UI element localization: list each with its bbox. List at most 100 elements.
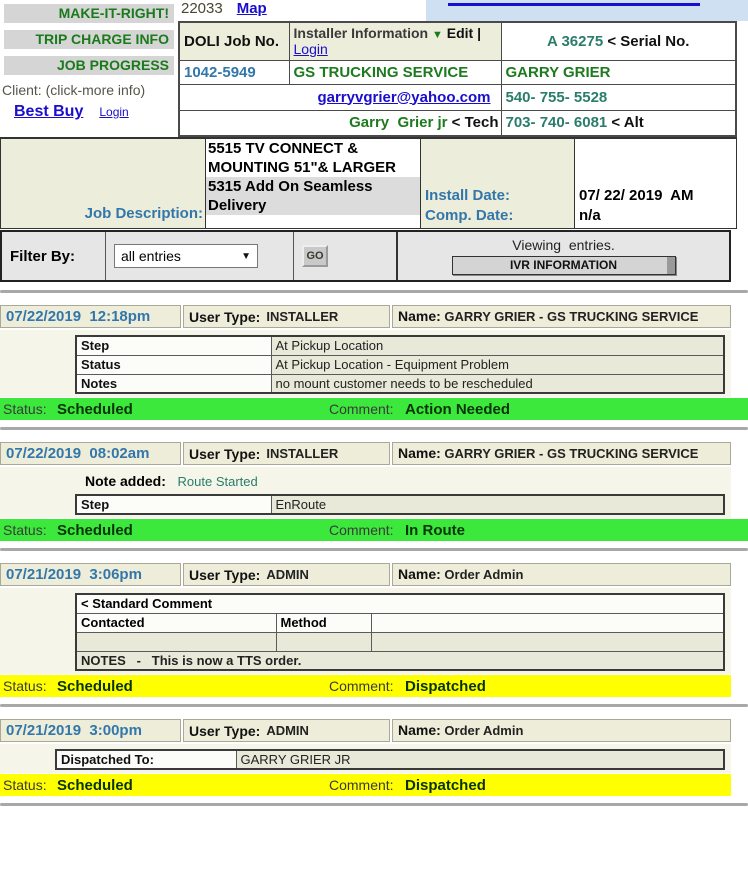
status-label: Status: — [3, 678, 57, 694]
email-cell: garryvgrier@yahoo.com — [179, 84, 501, 110]
job-description-item: 5315 Add On Seamless Delivery — [206, 177, 420, 215]
empty-cell — [371, 632, 724, 651]
status-label: Status: — [3, 777, 57, 793]
entry-header: 07/22/2019 12:18pm User Type: INSTALLER … — [0, 305, 731, 328]
primary-phone: 540- 755- 5528 — [501, 84, 736, 110]
doli-job-number: 1042-5949 — [179, 60, 289, 84]
detail-row-label: Step — [76, 336, 271, 355]
entry-timestamp: 07/21/2019 3:06pm — [0, 563, 181, 586]
comment-label: Comment: — [329, 678, 405, 694]
go-button[interactable]: GO — [302, 245, 328, 267]
top-area: MAKE-IT-RIGHT! TRIP CHARGE INFO JOB PROG… — [0, 0, 748, 137]
installer-info-label: Installer Information — [294, 25, 429, 41]
status-bar: Status: Scheduled Comment: Action Needed — [0, 398, 748, 420]
entry-timestamp: 07/22/2019 12:18pm — [0, 305, 181, 328]
method-header: Method — [276, 613, 371, 632]
user-type-label: User Type: — [189, 723, 260, 739]
serial-number: A 36275 — [547, 33, 603, 50]
doli-job-no-header: DOLI Job No. — [179, 22, 289, 60]
entry-timestamp: 07/21/2019 3:00pm — [0, 719, 181, 742]
status-value: Scheduled — [57, 678, 329, 695]
user-type-label: User Type: — [189, 567, 260, 583]
tech-cell: Garry Grier jr < Tech — [179, 110, 501, 136]
detail-row-value: GARRY GRIER JR — [236, 750, 724, 769]
installer-edit-link[interactable]: Edit | — [447, 25, 481, 41]
trip-charge-info-button[interactable]: TRIP CHARGE INFO — [4, 30, 174, 49]
map-link[interactable]: Map — [237, 0, 267, 18]
name-label: Name: — [398, 308, 441, 324]
comment-label: Comment: — [329, 522, 405, 538]
entry-detail-table: Step At Pickup Location Status At Pickup… — [75, 335, 725, 394]
detail-row-label: Step — [76, 495, 271, 514]
client-label: Client: (click-more info) — [2, 82, 178, 99]
contacted-header: Contacted — [76, 613, 276, 632]
note-added-value: Route Started — [178, 474, 258, 489]
comment-value: Dispatched — [405, 678, 486, 695]
entry-header: 07/22/2019 08:02am User Type: INSTALLER … — [0, 442, 731, 465]
entry-header: 07/21/2019 3:06pm User Type: ADMIN Name:… — [0, 563, 731, 586]
status-label: Status: — [3, 522, 57, 538]
install-date-label: Install Date: — [425, 186, 574, 206]
status-value: Scheduled — [57, 522, 329, 539]
entry-header: 07/21/2019 3:00pm User Type: ADMIN Name:… — [0, 719, 731, 742]
job-progress-page: MAKE-IT-RIGHT! TRIP CHARGE INFO JOB PROG… — [0, 0, 748, 806]
serial-cell: A 36275 < Serial No. — [501, 22, 736, 60]
user-type-value: ADMIN — [266, 723, 309, 738]
status-label: Status: — [3, 401, 57, 417]
entry-body: Dispatched To: GARRY GRIER JR — [0, 744, 731, 773]
filter-selected-value: all entries — [121, 248, 241, 264]
entries-filter-select[interactable]: all entries ▼ — [114, 244, 258, 268]
user-type-label: User Type: — [189, 446, 260, 462]
separator — [0, 803, 748, 806]
serial-label: < Serial No. — [607, 33, 689, 50]
job-description-item: 5515 TV CONNECT & MOUNTING 51"& LARGER — [206, 139, 420, 177]
job-description-label: Job Description: — [85, 205, 203, 222]
separator — [0, 290, 748, 293]
clipped-top-region — [426, 0, 748, 21]
comp-date-label: Comp. Date: — [425, 206, 574, 226]
empty-cell — [76, 632, 276, 651]
comment-value: Dispatched — [405, 777, 486, 794]
user-type-label: User Type: — [189, 309, 260, 325]
select-arrow-icon: ▼ — [241, 251, 251, 262]
client-login-link[interactable]: Login — [99, 105, 128, 119]
installer-info-header: Installer Information ▼ Edit | Login — [289, 22, 501, 60]
entry-detail-table: Step EnRoute — [75, 494, 725, 515]
make-it-right-button[interactable]: MAKE-IT-RIGHT! — [4, 4, 174, 23]
tech-label: < Tech — [448, 114, 499, 131]
installer-info-table: DOLI Job No. Installer Information ▼ Edi… — [178, 21, 737, 137]
viewing-entries-text: Viewing entries. — [512, 237, 614, 253]
entry-body: Note added: Route Started Step EnRoute — [0, 467, 731, 518]
standard-comment-header: < Standard Comment — [76, 594, 724, 613]
top-main-column: 22033 Map DOLI Job No. Installer Informa… — [178, 0, 748, 137]
comment-value: Action Needed — [405, 401, 510, 418]
client-bestbuy-link[interactable]: Best Buy — [14, 103, 83, 121]
user-type-value: ADMIN — [266, 567, 309, 582]
alt-phone-cell: 703- 740- 6081 < Alt — [501, 110, 736, 136]
alt-phone: 703- 740- 6081 — [506, 114, 608, 131]
email-link[interactable]: garryvgrier@yahoo.com — [317, 89, 490, 106]
detail-row-value: EnRoute — [271, 495, 724, 514]
left-sidebar: MAKE-IT-RIGHT! TRIP CHARGE INFO JOB PROG… — [0, 0, 178, 137]
log-entry: 07/21/2019 3:00pm User Type: ADMIN Name:… — [0, 719, 748, 796]
installer-login-link[interactable]: Login — [294, 41, 328, 57]
standard-comment-table: < Standard Comment Contacted Method NOTE… — [75, 593, 725, 671]
detail-row-label: Status — [76, 355, 271, 374]
log-entry: 07/22/2019 12:18pm User Type: INSTALLER … — [0, 305, 748, 420]
status-value: Scheduled — [57, 777, 329, 794]
status-bar: Status: Scheduled Comment: Dispatched — [0, 675, 731, 697]
filter-by-label: Filter By: — [2, 232, 106, 280]
name-label: Name: — [398, 445, 441, 461]
detail-row-value: At Pickup Location — [271, 336, 724, 355]
comment-label: Comment: — [329, 777, 405, 793]
alt-label: < Alt — [607, 114, 644, 131]
name-value: GARRY GRIER - GS TRUCKING SERVICE — [444, 309, 698, 324]
comp-date-value: n/a — [579, 206, 736, 226]
log-entry: 07/22/2019 08:02am User Type: INSTALLER … — [0, 442, 748, 541]
comment-value: In Route — [405, 522, 465, 539]
clipped-email-link[interactable] — [448, 3, 700, 6]
trucking-company: GS TRUCKING SERVICE — [289, 60, 501, 84]
ivr-information-button[interactable]: IVR INFORMATION — [452, 256, 676, 275]
detail-row-label: Notes — [76, 374, 271, 393]
job-progress-button[interactable]: JOB PROGRESS — [4, 56, 174, 75]
